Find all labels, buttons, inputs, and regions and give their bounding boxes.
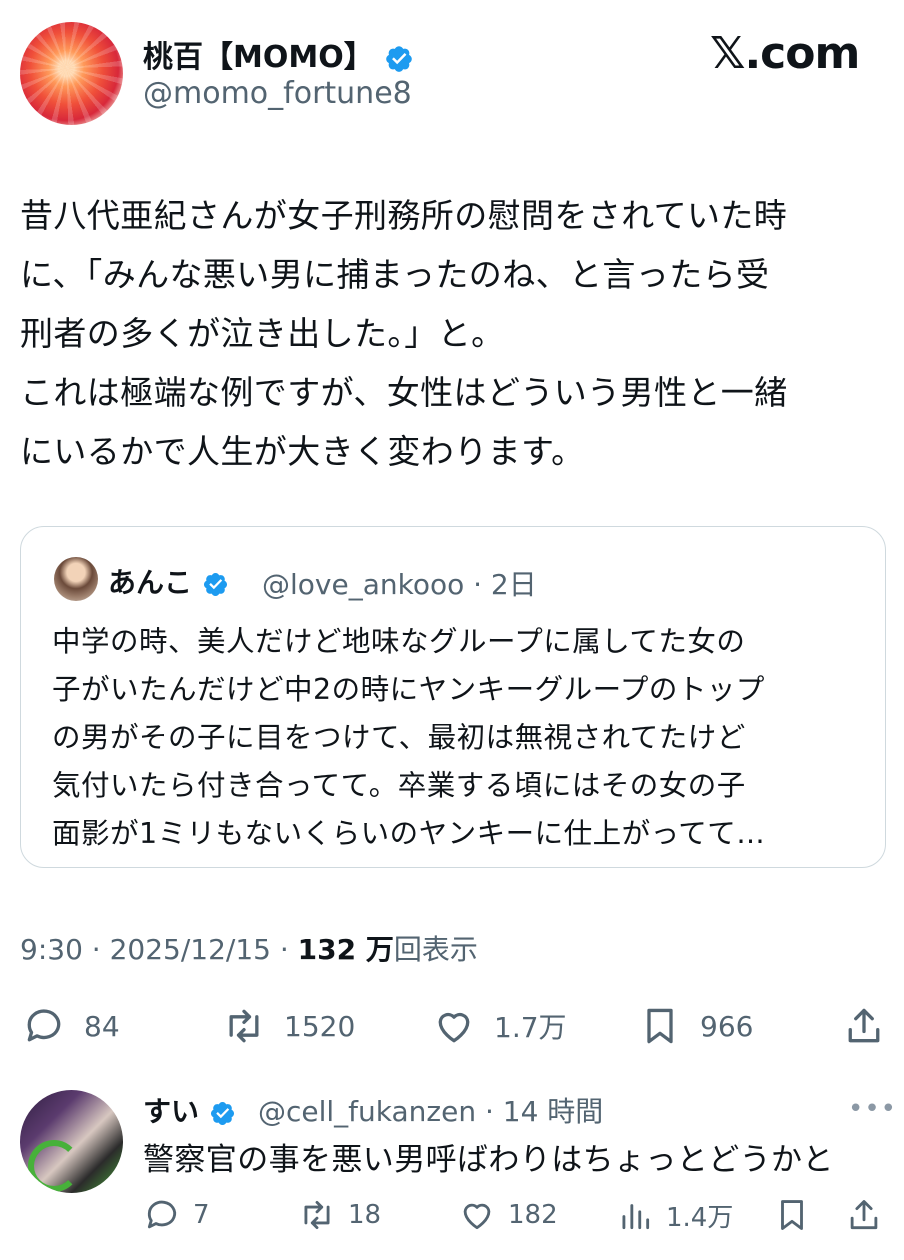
verified-badge-icon bbox=[386, 45, 412, 72]
heart-icon bbox=[438, 1012, 470, 1043]
bookmark-button[interactable]: 966 bbox=[638, 1004, 753, 1048]
reply-repost-count: 18 bbox=[348, 1200, 382, 1230]
post-text: 昔八代亜紀さんが女子刑務所の慰問をされていた時 に、「みんな悪い男に捕まったのね… bbox=[20, 196, 788, 471]
reply-author-handle-time[interactable]: @cell_fukanzen · 14 時間 bbox=[258, 1090, 603, 1130]
share-icon bbox=[848, 1008, 880, 1043]
reply-like-button[interactable]: 182 bbox=[458, 1196, 558, 1234]
author-avatar[interactable] bbox=[20, 22, 123, 125]
reply-bookmark-button[interactable] bbox=[773, 1196, 811, 1234]
reply-author-avatar[interactable] bbox=[20, 1090, 123, 1193]
reply-repost-button[interactable]: 18 bbox=[298, 1196, 381, 1234]
quote-author-name-row[interactable]: あんこ bbox=[108, 561, 229, 601]
quote-text: 中学の時、美人だけど地味なグループに属してた女の 子がいたんだけど中2の時にヤン… bbox=[52, 625, 766, 850]
reply-author-name[interactable]: すい bbox=[143, 1095, 199, 1128]
reply-share-button[interactable] bbox=[845, 1196, 883, 1234]
reply-icon bbox=[147, 1200, 177, 1229]
reply-text: 警察官の事を悪い男呼ばわりはちょっとどうかと bbox=[143, 1142, 834, 1178]
repost-icon bbox=[229, 1009, 259, 1043]
share-button[interactable] bbox=[842, 1004, 886, 1048]
heart-icon bbox=[463, 1203, 491, 1230]
reply-author-name-row[interactable]: すい bbox=[143, 1090, 236, 1130]
author-name[interactable]: 桃百【MOMO】 bbox=[143, 40, 374, 75]
reply-like-count: 182 bbox=[508, 1200, 558, 1230]
site-label: 𝕏.com bbox=[710, 28, 860, 79]
views-chart-icon bbox=[622, 1204, 650, 1230]
reply-icon bbox=[27, 1009, 61, 1042]
share-icon bbox=[850, 1200, 878, 1230]
bookmark-count: 966 bbox=[700, 1009, 754, 1043]
more-options-icon[interactable]: ••• bbox=[848, 1094, 897, 1124]
reply-reply-count: 7 bbox=[193, 1200, 210, 1230]
like-button[interactable]: 1.7万 bbox=[432, 1004, 567, 1048]
bookmark-icon bbox=[647, 1008, 673, 1044]
quote-author-name[interactable]: あんこ bbox=[108, 566, 192, 599]
like-count: 1.7万 bbox=[494, 1011, 567, 1044]
repost-count: 1520 bbox=[284, 1009, 356, 1043]
verified-badge-icon bbox=[203, 572, 227, 596]
reply-views-button[interactable]: 1.4万 bbox=[616, 1196, 733, 1234]
reply-reply-button[interactable]: 7 bbox=[143, 1196, 210, 1234]
views-label: 回表示 bbox=[393, 933, 478, 966]
verified-badge-icon bbox=[210, 1101, 234, 1125]
reply-views-count: 1.4万 bbox=[666, 1202, 734, 1233]
views-count: 132 万 bbox=[297, 933, 394, 966]
reply-count: 84 bbox=[84, 1009, 120, 1043]
quote-author-avatar[interactable] bbox=[54, 557, 98, 601]
post-meta: 9:30 · 2025/12/15 · 132 万回表示 bbox=[20, 928, 478, 968]
repost-button[interactable]: 1520 bbox=[222, 1004, 355, 1048]
quote-author-handle-time[interactable]: @love_ankooo · 2日 bbox=[262, 563, 537, 603]
post-time[interactable]: 9:30 · 2025/12/15 · bbox=[20, 933, 298, 966]
author-name-row[interactable]: 桃百【MOMO】 bbox=[143, 32, 414, 76]
author-handle[interactable]: @momo_fortune8 bbox=[143, 76, 412, 111]
repost-icon bbox=[304, 1200, 330, 1230]
reply-button[interactable]: 84 bbox=[22, 1004, 120, 1048]
bookmark-icon bbox=[781, 1200, 803, 1230]
